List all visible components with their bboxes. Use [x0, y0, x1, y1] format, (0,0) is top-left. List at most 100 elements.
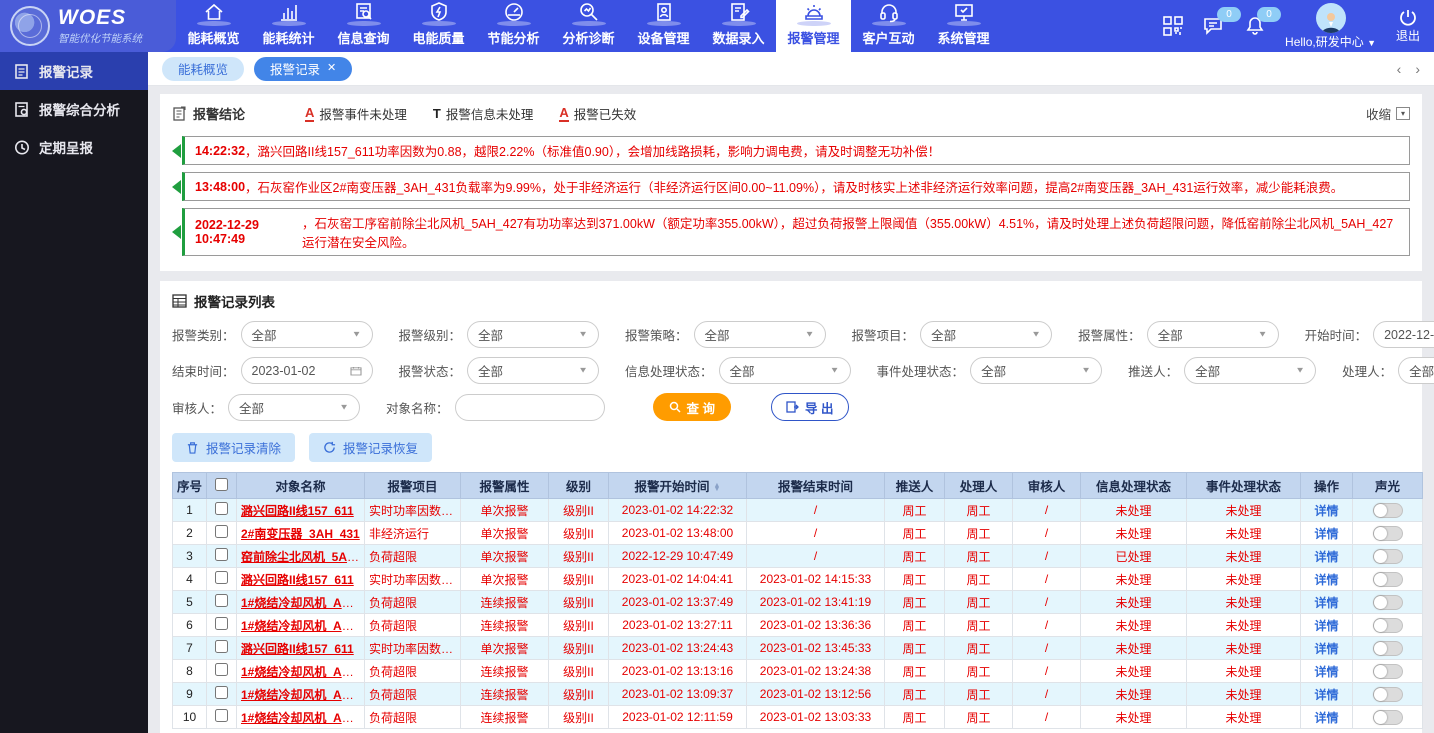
object-name-link[interactable]: 1#烧结冷却风机_AH6 ... [241, 711, 365, 725]
filter-select-报警项目[interactable]: 全部▼ [920, 321, 1052, 348]
object-name-link[interactable]: 2#南变压器_3AH_431 [241, 527, 360, 541]
cell-index: 6 [173, 614, 207, 637]
nav-item-电能质量[interactable]: 电能质量 [401, 0, 476, 52]
tabs-scroll-right-icon[interactable]: › [1415, 61, 1420, 77]
sort-icon[interactable]: ▲▼ [714, 484, 721, 492]
row-checkbox[interactable] [215, 709, 228, 722]
export-button[interactable]: 导 出 [771, 393, 848, 421]
sound-light-toggle[interactable] [1373, 549, 1403, 564]
filter-select-报警级别[interactable]: 全部▼ [467, 321, 599, 348]
cell-index: 4 [173, 568, 207, 591]
sound-light-toggle[interactable] [1373, 687, 1403, 702]
user-menu[interactable]: Hello,研发中心 ▼ [1285, 3, 1376, 50]
sound-light-toggle[interactable] [1373, 664, 1403, 679]
nav-item-能耗概览[interactable]: 能耗概览 [176, 0, 251, 52]
row-checkbox[interactable] [215, 502, 228, 515]
col-header-报警项目: 报警项目 [365, 473, 461, 499]
notifications-bell-icon[interactable]: 0 [1245, 16, 1265, 36]
tabs-scroll-left-icon[interactable]: ‹ [1397, 61, 1402, 77]
tab-能耗概览[interactable]: 能耗概览 [162, 57, 244, 81]
row-checkbox[interactable] [215, 594, 228, 607]
detail-link[interactable]: 详情 [1314, 619, 1338, 633]
logo-globe-icon [10, 6, 50, 46]
object-name-input[interactable] [455, 394, 605, 421]
detail-link[interactable]: 详情 [1314, 596, 1338, 610]
row-checkbox[interactable] [215, 686, 228, 699]
sound-light-toggle[interactable] [1373, 641, 1403, 656]
col-header-信息处理状态: 信息处理状态 [1081, 473, 1187, 499]
alert-text: ，石灰窑工序窑前除尘北风机_5AH_427有功功率达到371.00kW（额定功率… [302, 213, 1399, 251]
detail-link[interactable]: 详情 [1314, 550, 1338, 564]
messages-icon[interactable]: 0 [1203, 16, 1225, 36]
sidebar-item-报警记录[interactable]: 报警记录 [0, 52, 148, 90]
nav-item-设备管理[interactable]: 设备管理 [626, 0, 701, 52]
object-name-link[interactable]: 窑前除尘北风机_5AH ... [241, 550, 365, 564]
detail-link[interactable]: 详情 [1314, 688, 1338, 702]
filter-date-开始时间[interactable]: 2022-12-02 [1373, 321, 1434, 348]
nav-item-分析诊断[interactable]: 分析诊断 [551, 0, 626, 52]
object-name-link[interactable]: 1#烧结冷却风机_AH6 ... [241, 665, 365, 679]
tab-报警记录[interactable]: 报警记录✕ [254, 57, 352, 81]
row-checkbox[interactable] [215, 548, 228, 561]
object-name-link[interactable]: 潞兴回路II线157_611 [241, 573, 354, 587]
filter-date-结束时间[interactable]: 2023-01-02 [241, 357, 373, 384]
row-checkbox[interactable] [215, 571, 228, 584]
collapse-button[interactable]: 收缩 ▾ [1366, 104, 1410, 123]
logout-button[interactable]: 退出 [1396, 8, 1420, 44]
filter-row: 审核人：全部▼对象名称：查 询导 出 [172, 393, 1410, 421]
sidebar-item-定期呈报[interactable]: 定期呈报 [0, 128, 148, 166]
clear-records-button[interactable]: 报警记录清除 [172, 433, 295, 462]
filter-select-报警策略[interactable]: 全部▼ [694, 321, 826, 348]
detail-link[interactable]: 详情 [1314, 573, 1338, 587]
row-checkbox[interactable] [215, 640, 228, 653]
filter-select-报警类别[interactable]: 全部▼ [241, 321, 373, 348]
search-button[interactable]: 查 询 [653, 393, 731, 421]
nav-item-节能分析[interactable]: 节能分析 [476, 0, 551, 52]
detail-link[interactable]: 详情 [1314, 504, 1338, 518]
sound-light-toggle[interactable] [1373, 710, 1403, 725]
sound-light-toggle[interactable] [1373, 526, 1403, 541]
cell-auditor: / [1013, 637, 1081, 660]
select-all-checkbox[interactable] [215, 478, 228, 491]
detail-link[interactable]: 详情 [1314, 665, 1338, 679]
filter-select-推送人[interactable]: 全部▼ [1184, 357, 1316, 384]
sound-light-toggle[interactable] [1373, 595, 1403, 610]
filter-select-报警属性[interactable]: 全部▼ [1147, 321, 1279, 348]
nav-item-信息查询[interactable]: 信息查询 [326, 0, 401, 52]
detail-link[interactable]: 详情 [1314, 527, 1338, 541]
object-name-link[interactable]: 1#烧结冷却风机_AH6 ... [241, 619, 365, 633]
filter-select-处理人[interactable]: 全部▼ [1398, 357, 1434, 384]
detail-link[interactable]: 详情 [1314, 711, 1338, 725]
row-checkbox[interactable] [215, 617, 228, 630]
filter-select-报警状态[interactable]: 全部▼ [467, 357, 599, 384]
sound-light-toggle[interactable] [1373, 503, 1403, 518]
nav-item-数据录入[interactable]: 数据录入 [701, 0, 776, 52]
filter-select-事件处理状态[interactable]: 全部▼ [970, 357, 1102, 384]
detail-link[interactable]: 详情 [1314, 642, 1338, 656]
cell-handler: 周工 [945, 683, 1013, 706]
restore-records-button[interactable]: 报警记录恢复 [309, 433, 432, 462]
house-icon [203, 1, 225, 23]
row-checkbox[interactable] [215, 663, 228, 676]
nav-item-报警管理[interactable]: 报警管理 [776, 0, 851, 52]
nav-item-能耗统计[interactable]: 能耗统计 [251, 0, 326, 52]
row-checkbox[interactable] [215, 525, 228, 538]
sound-light-toggle[interactable] [1373, 618, 1403, 633]
nav-item-客户互动[interactable]: 客户互动 [851, 0, 926, 52]
filter-select-审核人[interactable]: 全部▼ [228, 394, 360, 421]
object-name-link[interactable]: 1#烧结冷却风机_AH6 ... [241, 596, 365, 610]
cell-attr: 连续报警 [461, 706, 549, 729]
sidebar-item-报警综合分析[interactable]: 报警综合分析 [0, 90, 148, 128]
sound-light-toggle[interactable] [1373, 572, 1403, 587]
object-name-link[interactable]: 1#烧结冷却风机_AH6 ... [241, 688, 365, 702]
object-name-link[interactable]: 潞兴回路II线157_611 [241, 504, 354, 518]
col-header-报警开始时间[interactable]: 报警开始时间▲▼ [609, 473, 747, 499]
filter-select-信息处理状态[interactable]: 全部▼ [719, 357, 851, 384]
cell-info-status: 已处理 [1081, 545, 1187, 568]
alarm-records-panel: 报警记录列表 报警类别：全部▼报警级别：全部▼报警策略：全部▼报警项目：全部▼报… [160, 281, 1422, 733]
object-name-link[interactable]: 潞兴回路II线157_611 [241, 642, 354, 656]
tab-close-icon[interactable]: ✕ [327, 63, 336, 74]
nav-item-系统管理[interactable]: 系统管理 [926, 0, 1001, 52]
col-header-label: 报警结束时间 [778, 480, 853, 494]
qr-code-icon[interactable] [1163, 16, 1183, 36]
